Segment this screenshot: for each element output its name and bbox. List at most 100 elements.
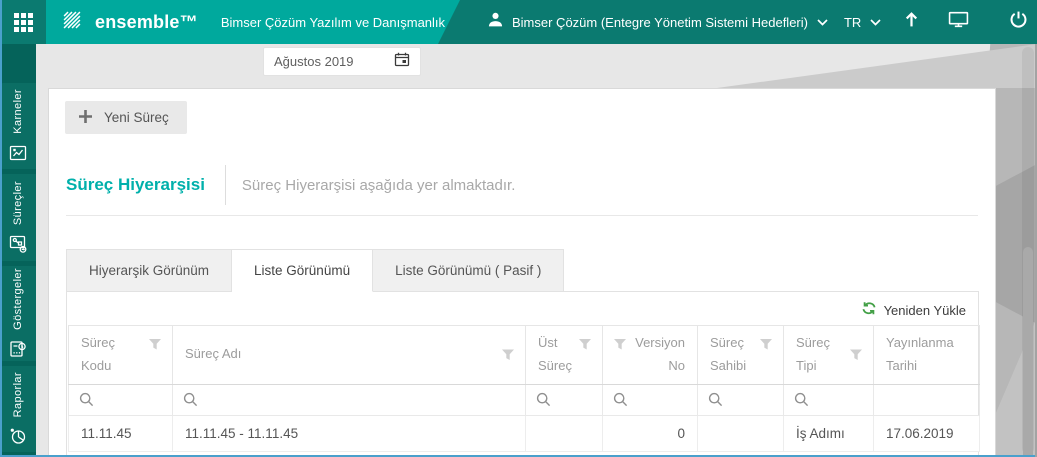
- sidebar-item-raporlar[interactable]: Raporlar: [0, 365, 36, 452]
- column-header-label: Süreç Tipi: [796, 335, 830, 373]
- column-header-label: Süreç Sahibi: [710, 335, 747, 373]
- period-value: Ağustos 2019: [274, 54, 354, 69]
- table-cell: [697, 415, 784, 452]
- table-cell: İş Adımı: [783, 415, 874, 452]
- filter-icon[interactable]: [578, 338, 592, 351]
- company-name: Bimser Çözüm Yazılım ve Danışmanlık A.Ş.: [220, 14, 473, 30]
- window-border: [0, 0, 2, 457]
- refresh-icon: [861, 301, 877, 319]
- search-icon[interactable]: [536, 392, 602, 407]
- sidebar-item-label: Raporlar: [12, 371, 24, 418]
- power-button[interactable]: [1009, 10, 1028, 34]
- main-content: Ağustos 2019 Yeni Süreç Süreç Hiyerarşis…: [36, 44, 1037, 457]
- period-picker[interactable]: Ağustos 2019: [263, 47, 421, 76]
- column-header[interactable]: Versiyon No: [602, 325, 698, 385]
- column-search-cell[interactable]: [873, 384, 980, 416]
- column-header[interactable]: Süreç Adı: [172, 325, 526, 385]
- processes-icon: [8, 234, 28, 254]
- search-icon[interactable]: [708, 392, 783, 407]
- reports-icon: [8, 426, 28, 446]
- background-pattern: [717, 44, 1037, 88]
- scorecards-icon: [8, 143, 28, 163]
- table-cell: 17.06.2019: [873, 415, 980, 452]
- plus-icon: [78, 109, 93, 127]
- app-launcher-button[interactable]: [0, 0, 46, 44]
- search-icon[interactable]: [79, 392, 172, 407]
- table-row[interactable]: 11.11.45 11.11.45 - 11.11.45 0 İş Adımı 17.0…: [68, 415, 980, 452]
- scrollbar-thumb[interactable]: [1023, 247, 1033, 457]
- sidebar-item-label: Göstergeler: [12, 267, 24, 330]
- table-cell: [525, 415, 603, 452]
- column-header-label: Süreç Kodu: [81, 335, 115, 373]
- column-header-label: Süreç Adı: [185, 346, 242, 362]
- column-header-label: Üst Süreç: [538, 335, 572, 373]
- column-search-cell[interactable]: [602, 384, 698, 416]
- upload-arrow-button[interactable]: [903, 11, 920, 33]
- logo-text: ensemble™: [95, 11, 198, 32]
- header-rule: [66, 215, 978, 216]
- column-header-label: Yayınlanma Tarihi: [886, 335, 954, 373]
- new-process-label: Yeni Süreç: [104, 110, 169, 125]
- sidebar-item-gostergeler[interactable]: Göstergeler: [0, 265, 36, 361]
- chevron-down-icon: [870, 18, 881, 26]
- sidebar-item-label: Karneler: [12, 89, 24, 135]
- column-header[interactable]: Üst Süreç: [525, 325, 603, 385]
- sidebar-item-karneler[interactable]: Karneler: [0, 83, 36, 170]
- page-scrollbar[interactable]: [1022, 47, 1034, 457]
- column-header[interactable]: Yayınlanma Tarihi: [873, 325, 980, 385]
- topbar-actions: Bimser Çözüm (Entegre Yönetim Sistemi He…: [487, 0, 1037, 44]
- indicators-icon: [8, 339, 28, 359]
- monitor-button[interactable]: [948, 11, 969, 33]
- top-bar: ensemble™ Bimser Çözüm Yazılım ve Danışm…: [0, 0, 1037, 44]
- process-table-wrap: Süreç Kodu Süreç Adı Üst Süreç Versiyon No S…: [68, 325, 980, 452]
- ensemble-logo-mark: [58, 6, 86, 39]
- page-title: Süreç Hiyerarşisi: [66, 175, 205, 194]
- tab-liste-gorunumu-pasif[interactable]: Liste Görünümü ( Pasif ): [373, 249, 565, 292]
- user-scope-dropdown[interactable]: Bimser Çözüm (Entegre Yönetim Sistemi He…: [487, 11, 828, 33]
- search-icon[interactable]: [613, 392, 697, 407]
- chevron-down-icon: [817, 18, 828, 26]
- process-table: Süreç Kodu Süreç Adı Üst Süreç Versiyon No S…: [68, 325, 980, 452]
- language-label: TR: [843, 14, 862, 30]
- app-window: { "colors": { "topbar_teal": "#0b7a70", …: [0, 0, 1037, 457]
- monitor-icon: [948, 11, 969, 33]
- filter-icon[interactable]: [613, 338, 627, 351]
- column-search-cell[interactable]: [68, 384, 173, 416]
- filter-icon[interactable]: [849, 348, 863, 361]
- page-subtitle: Süreç Hiyerarşisi aşağıda yer almaktadır…: [241, 176, 516, 194]
- filter-icon[interactable]: [148, 338, 162, 351]
- filter-icon[interactable]: [501, 348, 515, 361]
- column-header[interactable]: Süreç Tipi: [783, 325, 874, 385]
- filter-icon[interactable]: [759, 338, 773, 351]
- user-scope-label: Bimser Çözüm (Entegre Yönetim Sistemi He…: [512, 14, 808, 30]
- upload-arrow-icon: [903, 11, 920, 33]
- reload-button[interactable]: Yeniden Yükle: [861, 301, 966, 319]
- table-cell: 11.11.45 - 11.11.45: [172, 415, 526, 452]
- sidebar-nav: Karneler Süreçler Göstergeler Raporlar: [0, 44, 36, 457]
- page-header: Süreç Hiyerarşisi Süreç Hiyerarşisi aşağ…: [66, 165, 515, 205]
- table-cell: 11.11.45: [68, 415, 173, 452]
- sidebar-item-surecler[interactable]: Süreçler: [0, 174, 36, 261]
- column-header[interactable]: Süreç Kodu: [68, 325, 173, 385]
- column-search-cell[interactable]: [525, 384, 603, 416]
- reload-label: Yeniden Yükle: [883, 302, 966, 318]
- table-header-row: Süreç Kodu Süreç Adı Üst Süreç Versiyon No S…: [68, 325, 980, 385]
- calendar-icon[interactable]: [394, 52, 410, 72]
- title-divider: [224, 165, 226, 205]
- tab-hiyerarsik-gorunum[interactable]: Hiyerarşik Görünüm: [66, 249, 233, 292]
- column-search-cell[interactable]: [783, 384, 874, 416]
- sidebar-item-label: Süreçler: [12, 180, 24, 226]
- user-icon: [487, 11, 504, 33]
- brand-strip: ensemble™ Bimser Çözüm Yazılım ve Danışm…: [46, 0, 460, 44]
- tab-panel: Yeniden Yükle Süreç Kodu Süreç Adı Üst Sür…: [66, 291, 980, 457]
- tab-liste-gorunumu[interactable]: Liste Görünümü: [232, 249, 374, 292]
- power-icon: [1009, 10, 1028, 34]
- content-card: Yeni Süreç Süreç Hiyerarşisi Süreç Hiyer…: [48, 88, 996, 457]
- search-icon[interactable]: [794, 392, 873, 407]
- column-header[interactable]: Süreç Sahibi: [697, 325, 784, 385]
- column-search-cell[interactable]: [697, 384, 784, 416]
- language-dropdown[interactable]: TR: [844, 15, 881, 30]
- column-search-cell[interactable]: [172, 384, 526, 416]
- search-icon[interactable]: [183, 392, 525, 407]
- new-process-button[interactable]: Yeni Süreç: [65, 101, 187, 134]
